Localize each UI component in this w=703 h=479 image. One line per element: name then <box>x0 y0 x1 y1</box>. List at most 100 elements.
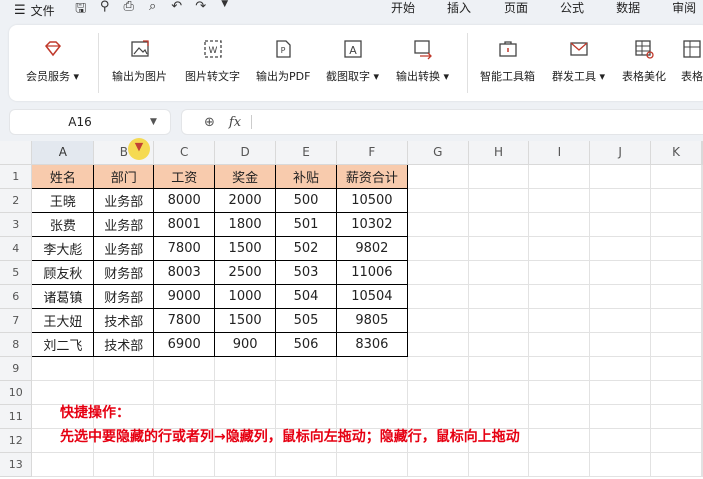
cell[interactable]: 7800 <box>153 307 216 333</box>
cell[interactable] <box>650 212 702 237</box>
cell[interactable] <box>589 428 652 453</box>
column-header-j[interactable]: J <box>589 141 652 165</box>
formula-bar[interactable]: ⊕ fx <box>181 109 703 135</box>
print-preview-icon[interactable]: ⌕ <box>141 0 165 21</box>
cell[interactable] <box>589 284 652 309</box>
cell[interactable]: 技术部 <box>93 307 155 333</box>
cell[interactable] <box>468 236 530 261</box>
format-painter-icon[interactable]: ⚲ <box>93 0 117 21</box>
cell[interactable] <box>153 356 216 381</box>
cell[interactable]: 王晓 <box>31 187 95 213</box>
cell[interactable] <box>528 452 591 477</box>
cell[interactable]: 王大妞 <box>31 307 95 333</box>
cell[interactable] <box>468 332 530 357</box>
cell[interactable] <box>407 284 469 309</box>
cell[interactable]: 9802 <box>335 235 408 261</box>
cell[interactable] <box>275 404 337 429</box>
cell[interactable] <box>701 260 703 285</box>
cell[interactable] <box>528 284 591 309</box>
cell[interactable] <box>701 332 703 357</box>
cell[interactable]: 501 <box>275 211 337 237</box>
cell[interactable] <box>701 380 703 405</box>
column-header-overflow[interactable] <box>701 141 703 165</box>
cell[interactable] <box>528 356 591 381</box>
cell[interactable]: 顾友秋 <box>31 259 95 285</box>
select-all-corner[interactable] <box>0 141 33 165</box>
cell[interactable] <box>528 188 591 213</box>
more-chevron-icon[interactable]: ▼ <box>213 0 237 21</box>
cell[interactable]: 业务部 <box>93 235 155 261</box>
cell[interactable] <box>589 188 652 213</box>
row-header-11[interactable]: 11 <box>0 404 33 429</box>
save-icon[interactable]: 🖫 <box>69 0 93 21</box>
header-cell[interactable]: 薪资合计 <box>335 163 408 189</box>
cell[interactable] <box>589 452 652 477</box>
cell[interactable] <box>650 428 702 453</box>
cell[interactable]: 11006 <box>335 259 408 285</box>
header-cell[interactable]: 姓名 <box>31 163 95 189</box>
cell[interactable]: 502 <box>275 235 337 261</box>
cell[interactable]: 10500 <box>335 187 408 213</box>
cell[interactable] <box>528 380 591 405</box>
row-header-1[interactable]: 1 <box>0 164 33 189</box>
cell[interactable] <box>528 428 591 453</box>
cell[interactable]: 504 <box>275 283 337 309</box>
cell[interactable]: 李大彪 <box>31 235 95 261</box>
cell[interactable]: 7800 <box>153 235 216 261</box>
column-header-a[interactable]: A <box>31 141 95 165</box>
cell[interactable] <box>468 164 530 189</box>
cell[interactable]: 8001 <box>153 211 216 237</box>
member-service-button[interactable]: 会员服务 ▾ <box>26 25 79 101</box>
cell[interactable] <box>468 404 530 429</box>
cell[interactable] <box>701 404 703 429</box>
cell[interactable] <box>701 308 703 333</box>
cell[interactable]: 1500 <box>214 235 277 261</box>
file-menu[interactable]: ☰ 文件 <box>14 2 55 19</box>
cell[interactable] <box>407 260 469 285</box>
cell[interactable]: 503 <box>275 259 337 285</box>
bulk-send-button[interactable]: 群发工具 ▾ <box>552 25 605 101</box>
cell[interactable]: 2000 <box>214 187 277 213</box>
cell[interactable] <box>336 356 408 381</box>
table-beautify-button[interactable]: 表格美化 <box>622 25 666 101</box>
row-header-8[interactable]: 8 <box>0 332 33 357</box>
cell[interactable] <box>528 236 591 261</box>
cell[interactable]: 8003 <box>153 259 216 285</box>
tab-page[interactable]: 页面 <box>504 0 528 20</box>
chevron-down-icon[interactable]: ▼ <box>150 117 157 127</box>
cell[interactable] <box>153 380 216 405</box>
cell[interactable] <box>336 380 408 405</box>
cell[interactable] <box>701 284 703 309</box>
cell[interactable] <box>528 308 591 333</box>
cell[interactable] <box>275 452 337 477</box>
row-header-2[interactable]: 2 <box>0 188 33 213</box>
cell[interactable] <box>31 380 95 405</box>
cell[interactable] <box>468 188 530 213</box>
export-pdf-button[interactable]: P 输出为PDF <box>256 25 310 101</box>
cell[interactable] <box>589 164 652 189</box>
header-cell[interactable]: 部门 <box>93 163 155 189</box>
cell[interactable] <box>407 188 469 213</box>
tab-review[interactable]: 审阅 <box>672 0 696 20</box>
cell[interactable] <box>468 452 530 477</box>
cell[interactable] <box>407 452 469 477</box>
cell[interactable] <box>93 452 155 477</box>
column-header-f[interactable]: F <box>336 141 408 165</box>
cell[interactable] <box>407 404 469 429</box>
tab-formula[interactable]: 公式 <box>560 0 584 20</box>
cell[interactable] <box>589 332 652 357</box>
cell[interactable]: 10302 <box>335 211 408 237</box>
cell[interactable] <box>701 236 703 261</box>
cell[interactable]: 9805 <box>335 307 408 333</box>
cell[interactable]: 技术部 <box>93 331 155 357</box>
row-header-5[interactable]: 5 <box>0 260 33 285</box>
cell[interactable] <box>650 188 702 213</box>
cell[interactable]: 1500 <box>214 307 277 333</box>
cell[interactable] <box>468 212 530 237</box>
cell[interactable]: 505 <box>275 307 337 333</box>
output-convert-button[interactable]: 输出转换 ▾ <box>396 25 449 101</box>
cell[interactable] <box>214 452 277 477</box>
row-header-12[interactable]: 12 <box>0 428 33 453</box>
header-cell[interactable]: 奖金 <box>214 163 277 189</box>
cell[interactable] <box>589 404 652 429</box>
